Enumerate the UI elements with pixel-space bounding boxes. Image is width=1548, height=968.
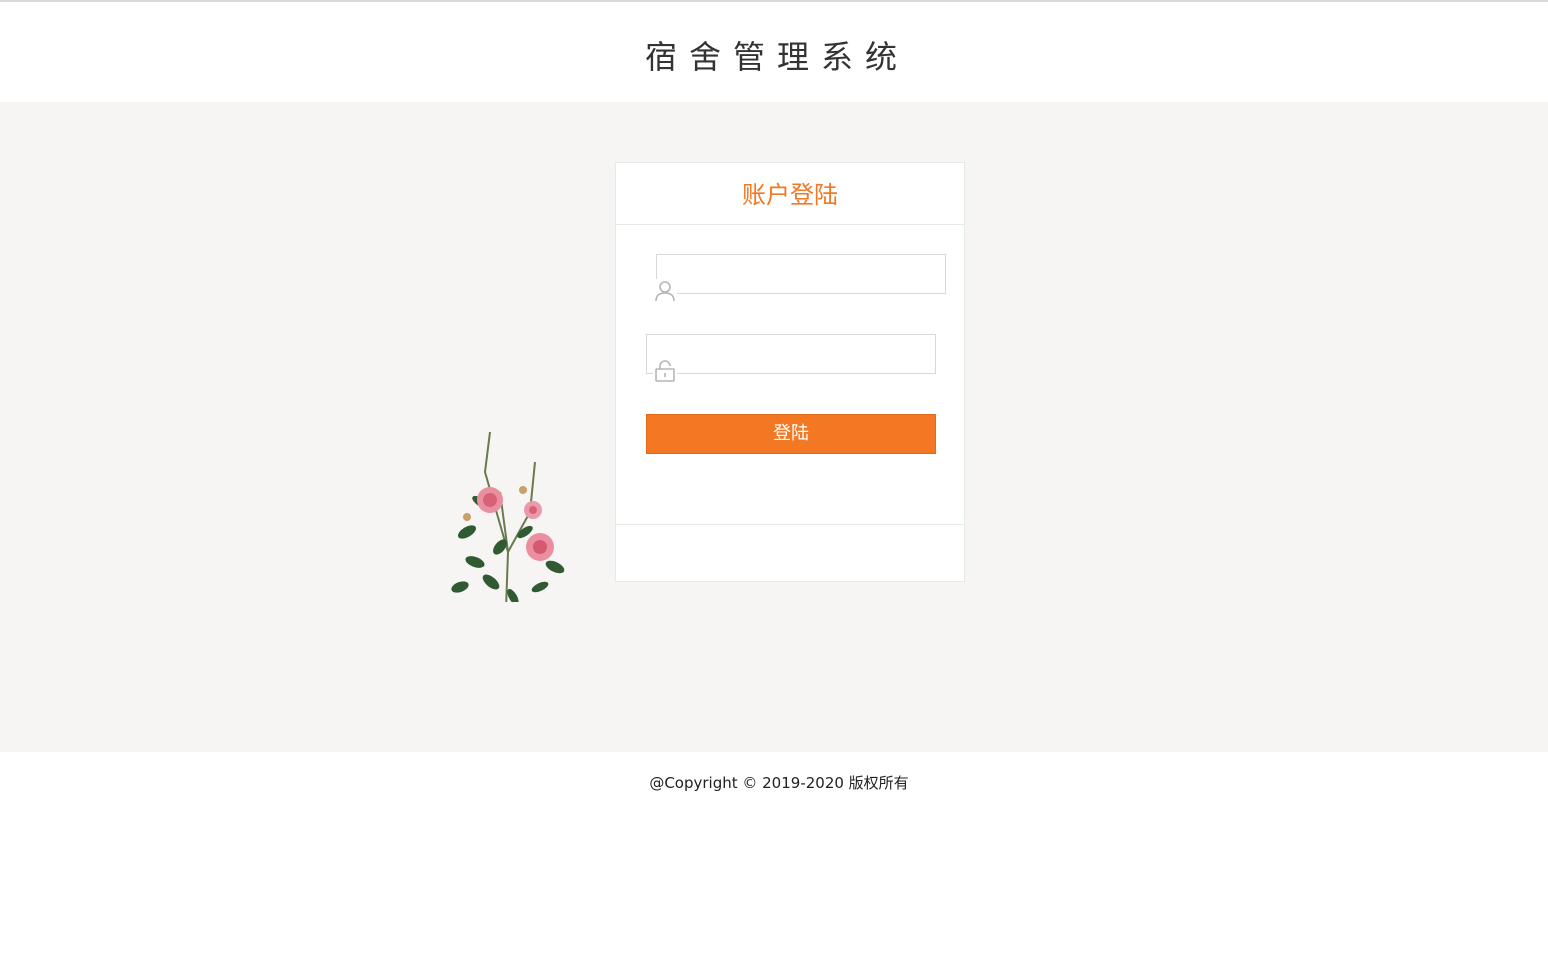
username-field[interactable] [653, 254, 946, 303]
login-card: 账户登陆 登陆 [615, 162, 965, 582]
login-card-title: 账户登陆 [616, 163, 964, 225]
rose-illustration [451, 431, 565, 602]
copyright-text: @Copyright © 2019-2020 版权所有 [649, 774, 909, 792]
site-title: 宿舍管理系统 [644, 38, 909, 76]
lock-icon [653, 359, 677, 383]
login-background: 账户登陆 登陆 [0, 102, 1548, 752]
page-header: 宿舍管理系统 [0, 2, 1548, 102]
username-input[interactable] [693, 261, 937, 289]
user-icon [653, 279, 677, 303]
login-card-footer [616, 524, 964, 582]
password-input[interactable] [683, 341, 927, 369]
page-footer: @Copyright © 2019-2020 版权所有 [0, 752, 1548, 968]
login-button[interactable]: 登陆 [646, 414, 936, 454]
password-field[interactable] [646, 334, 936, 383]
